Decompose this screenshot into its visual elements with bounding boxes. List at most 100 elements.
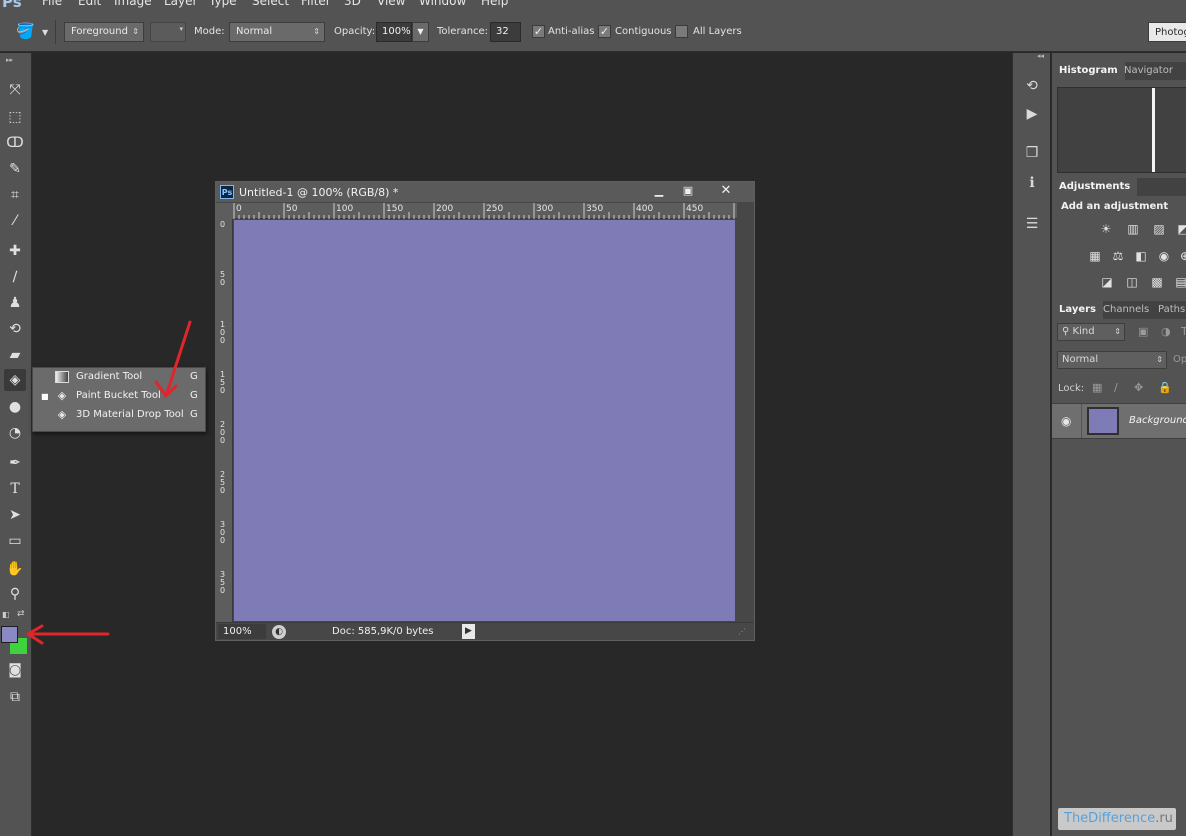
lock-transparent-icon[interactable]: ▦	[1092, 381, 1102, 394]
contiguous-checkbox[interactable]: ✓	[598, 25, 611, 38]
tab-navigator[interactable]: Navigator	[1117, 62, 1180, 80]
blur-tool-icon[interactable]: ●	[4, 396, 26, 418]
lasso-tool-icon[interactable]: ↀ	[4, 132, 26, 154]
lock-pixels-icon[interactable]: ∕	[1114, 381, 1118, 394]
resize-grip-icon[interactable]: ⋰	[738, 627, 746, 636]
3d-panel-icon[interactable]: ❒	[1021, 142, 1043, 164]
close-icon[interactable]: ✕	[704, 182, 748, 200]
tab-adjustments[interactable]: Adjustments	[1052, 178, 1138, 196]
history-brush-tool-icon[interactable]: ⟲	[4, 318, 26, 340]
crop-tool-icon[interactable]: ⌗	[4, 184, 26, 206]
layer-filter-kind[interactable]: ⚲ Kind ⇕	[1057, 323, 1125, 341]
vertical-ruler[interactable]: 0 50 100 150 200 250 300 350	[216, 219, 233, 622]
levels-icon[interactable]: ▥	[1124, 221, 1142, 237]
menu-select[interactable]: Select	[252, 0, 289, 8]
menu-type[interactable]: Type	[209, 0, 237, 8]
zoom-tool-icon[interactable]: ⚲	[4, 583, 26, 605]
workspace-switcher[interactable]: Photog	[1148, 22, 1186, 42]
black-white-icon[interactable]: ◧	[1132, 248, 1150, 264]
default-colors-icon[interactable]: ◧	[2, 610, 10, 619]
channel-mixer-icon[interactable]: ⊕	[1176, 248, 1186, 264]
all-layers-checkbox[interactable]	[675, 25, 688, 38]
color-balance-icon[interactable]: ⚖	[1109, 248, 1127, 264]
vertical-scrollbar[interactable]	[737, 203, 754, 622]
history-panel-icon[interactable]: ⟲	[1021, 75, 1043, 97]
share-icon[interactable]: ◐	[272, 625, 286, 639]
brush-tool-icon[interactable]: ∕	[4, 266, 26, 288]
invert-icon[interactable]: ◪	[1098, 274, 1116, 290]
healing-brush-tool-icon[interactable]: ✚	[4, 240, 26, 262]
exposure-icon[interactable]: ◩	[1174, 221, 1186, 237]
dodge-tool-icon[interactable]: ◔	[4, 422, 26, 444]
tolerance-input[interactable]: 32	[490, 22, 521, 42]
foreground-color-swatch[interactable]	[1, 626, 18, 643]
type-tool-icon[interactable]: T	[4, 478, 26, 500]
eyedropper-tool-icon[interactable]: ⁄	[4, 210, 26, 232]
actions-play-icon[interactable]: ▶	[1021, 103, 1043, 125]
tab-histogram[interactable]: Histogram	[1052, 62, 1125, 80]
path-selection-tool-icon[interactable]: ➤	[4, 504, 26, 526]
menu-file[interactable]: File	[42, 0, 62, 8]
brightness-contrast-icon[interactable]: ☀	[1097, 221, 1115, 237]
gradient-map-icon[interactable]: ▤	[1172, 274, 1186, 290]
collapse-panels-icon[interactable]: ◂◂	[1037, 52, 1044, 60]
properties-icon[interactable]: ☰	[1021, 213, 1043, 235]
opacity-dropdown-button[interactable]: ▼	[412, 22, 429, 42]
minimize-icon[interactable]: ▁	[646, 182, 672, 200]
image-filter-icon[interactable]: ▣	[1138, 325, 1148, 338]
ruler-origin[interactable]	[216, 203, 233, 219]
vibrance-icon[interactable]: ▦	[1086, 248, 1104, 264]
marquee-tool-icon[interactable]: ⬚	[4, 106, 26, 128]
flyout-item-gradient-tool[interactable]: Gradient Tool G	[33, 368, 205, 387]
menu-filter[interactable]: Filter	[301, 0, 331, 8]
status-menu-arrow-icon[interactable]: ▶	[462, 624, 475, 639]
flyout-item-paint-bucket-tool[interactable]: ■ ◈ Paint Bucket Tool G	[33, 387, 205, 406]
horizontal-ruler[interactable]: 0 50 100 150 200 250 300 350 400 450	[233, 203, 737, 219]
menu-3d[interactable]: 3D	[344, 0, 361, 8]
document-title-bar[interactable]: Ps Untitled-1 @ 100% (RGB/8) * ▁ ▣ ✕	[216, 182, 754, 202]
type-filter-icon[interactable]: T	[1181, 325, 1186, 338]
photo-filter-icon[interactable]: ◉	[1155, 248, 1173, 264]
paint-bucket-preset-icon[interactable]: 🪣	[16, 22, 35, 42]
swap-colors-icon[interactable]: ⇄	[17, 609, 25, 619]
menu-view[interactable]: View	[377, 0, 405, 8]
eye-visibility-icon[interactable]: ◉	[1061, 414, 1071, 428]
tab-paths[interactable]: Paths	[1151, 301, 1186, 319]
rectangle-tool-icon[interactable]: ▭	[4, 530, 26, 552]
adjustment-filter-icon[interactable]: ◑	[1161, 325, 1171, 338]
threshold-icon[interactable]: ▩	[1148, 274, 1166, 290]
antialias-checkbox[interactable]: ✓	[532, 25, 545, 38]
mode-dropdown[interactable]: Normal ⇕	[229, 22, 325, 42]
lock-position-icon[interactable]: ✥	[1134, 381, 1143, 394]
eraser-tool-icon[interactable]: ▰	[4, 344, 26, 366]
hand-tool-icon[interactable]: ✋	[4, 558, 26, 580]
maximize-icon[interactable]: ▣	[675, 182, 701, 200]
collapse-toolbox-icon[interactable]: ▸▸	[6, 56, 13, 64]
paint-bucket-tool-icon[interactable]: ◈	[4, 369, 26, 391]
curves-icon[interactable]: ▨	[1150, 221, 1168, 237]
pattern-picker[interactable]: ▾	[150, 22, 186, 42]
menu-image[interactable]: Image	[114, 0, 152, 8]
posterize-icon[interactable]: ◫	[1123, 274, 1141, 290]
layer-row-background[interactable]: ◉ Background	[1052, 403, 1186, 439]
info-icon[interactable]: ℹ	[1021, 172, 1043, 194]
document-canvas[interactable]	[234, 220, 735, 621]
menu-edit[interactable]: Edit	[78, 0, 101, 8]
menu-help[interactable]: Help	[481, 0, 508, 8]
quick-mask-icon[interactable]: ◙	[4, 659, 26, 681]
lock-all-icon[interactable]: 🔒	[1158, 381, 1172, 394]
menu-window[interactable]: Window	[419, 0, 466, 8]
tab-channels[interactable]: Channels	[1096, 301, 1156, 319]
preset-dropdown-arrow-icon[interactable]: ▼	[42, 28, 48, 37]
pen-tool-icon[interactable]: ✒	[4, 452, 26, 474]
flyout-item-3d-material-drop-tool[interactable]: ◈ 3D Material Drop Tool G	[33, 406, 205, 425]
zoom-level-field[interactable]: 100%	[218, 624, 266, 639]
layer-blend-mode-dropdown[interactable]: Normal ⇕	[1057, 351, 1167, 369]
fill-source-dropdown[interactable]: Foreground ⇕	[64, 22, 144, 42]
screen-mode-icon[interactable]: ⧉	[4, 686, 26, 708]
opacity-input[interactable]: 100%	[376, 22, 412, 42]
quick-selection-tool-icon[interactable]: ✎	[4, 158, 26, 180]
move-tool-icon[interactable]: ⤧	[4, 79, 26, 101]
menu-layer[interactable]: Layer	[164, 0, 197, 8]
clone-stamp-tool-icon[interactable]: ♟	[4, 292, 26, 314]
